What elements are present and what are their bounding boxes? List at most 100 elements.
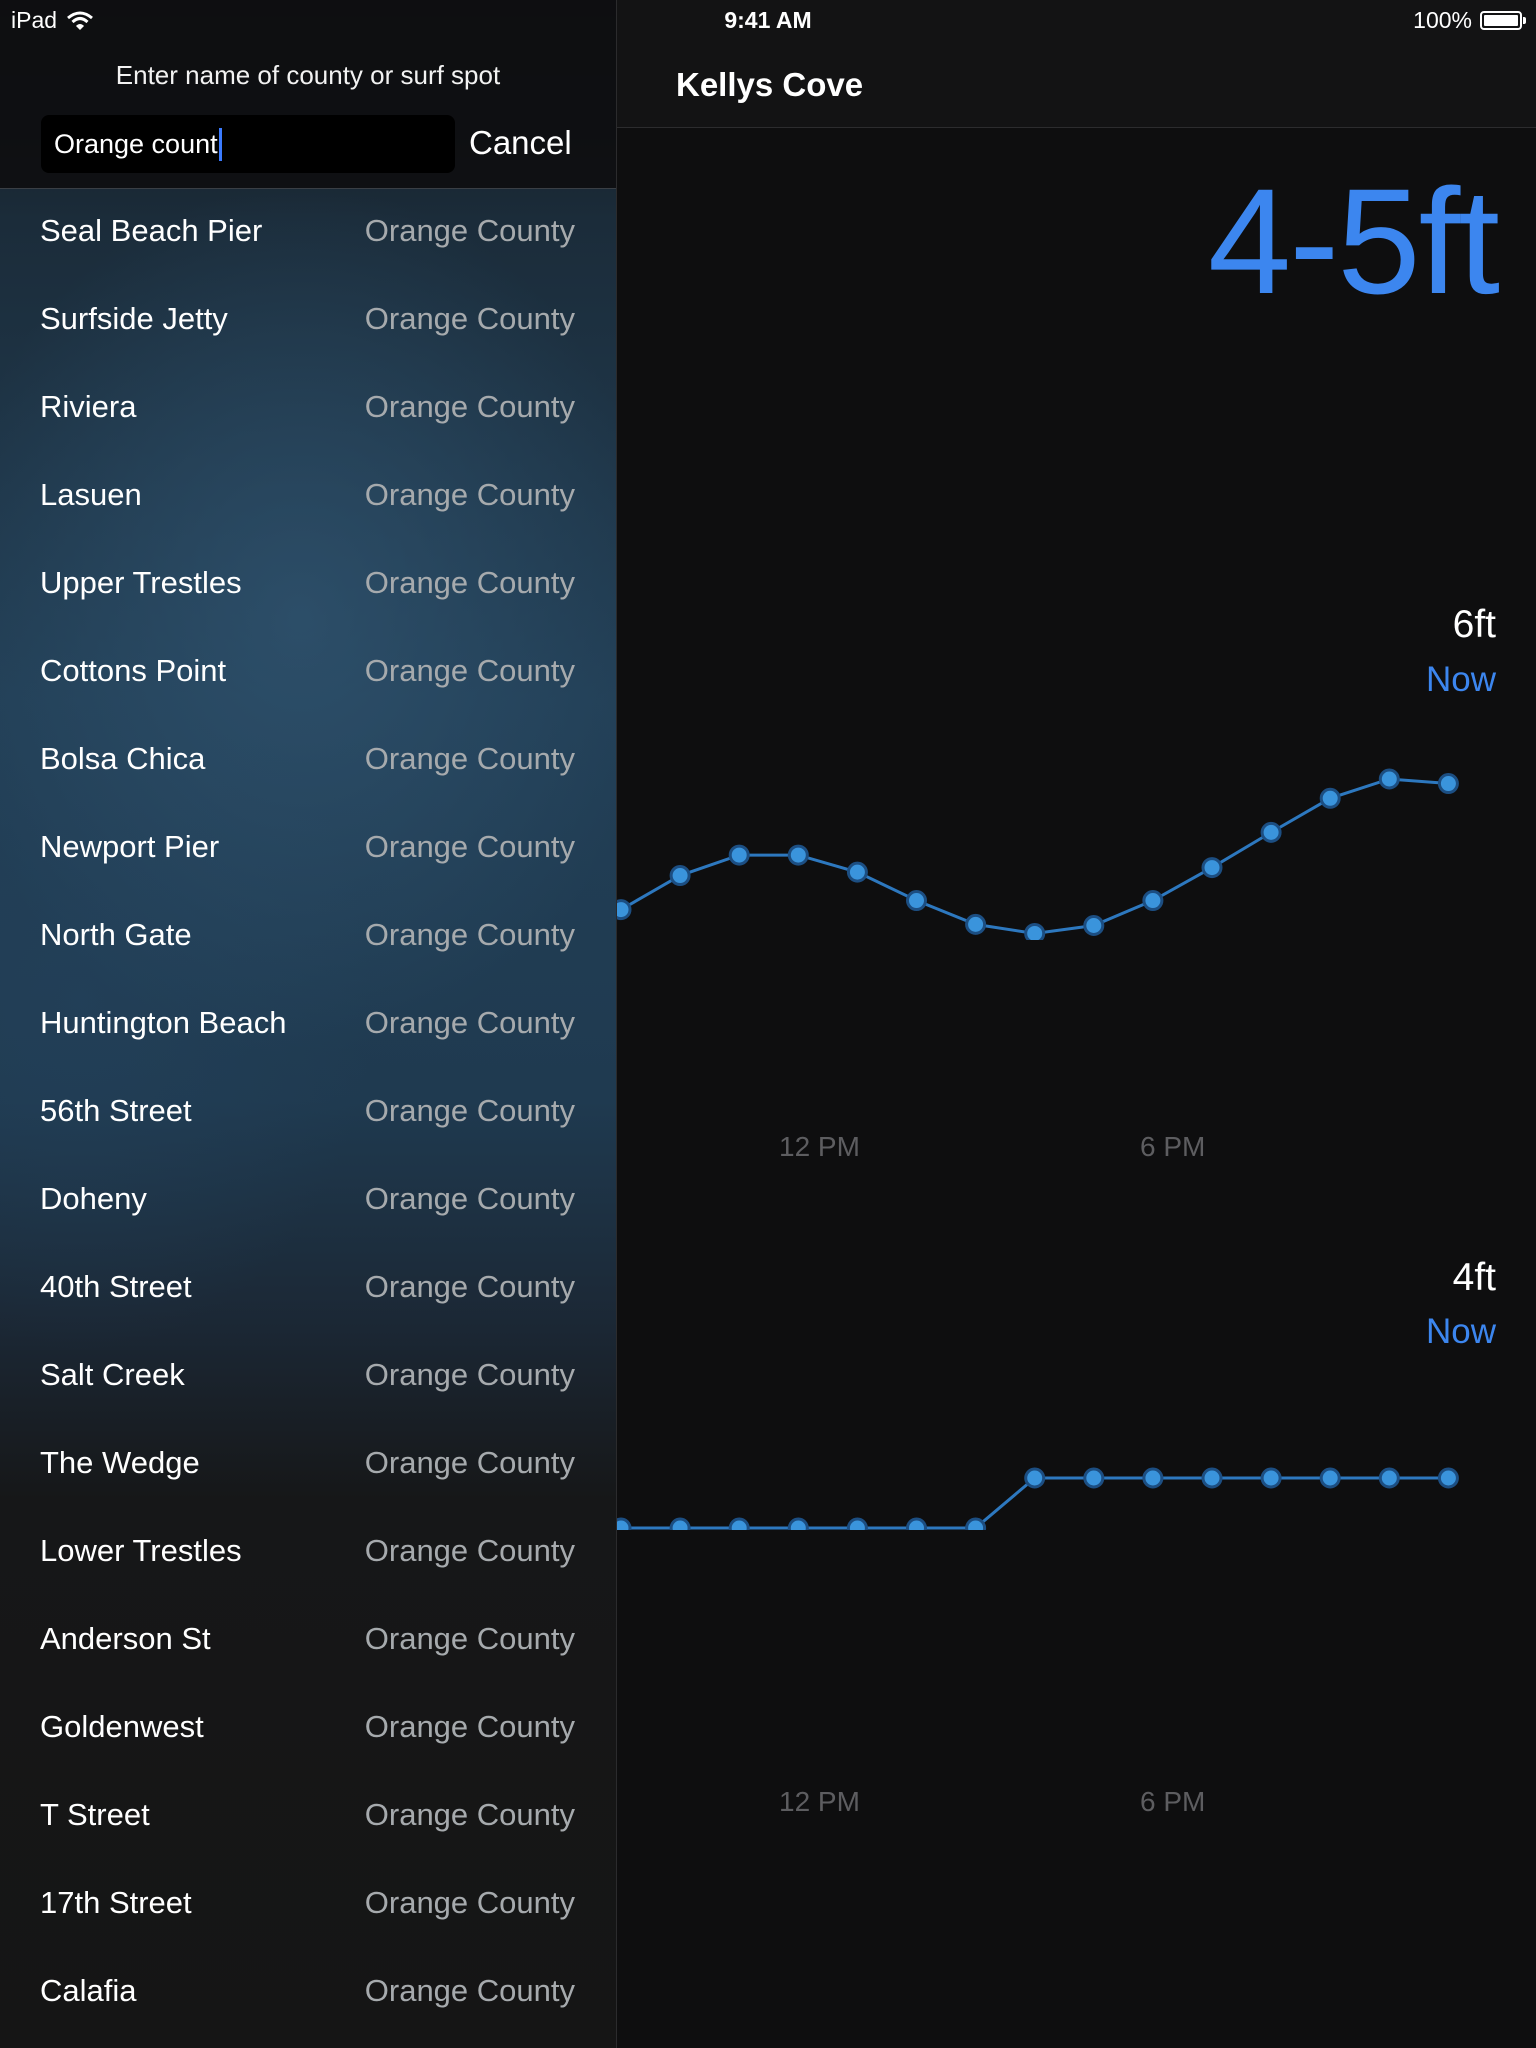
status-right: 100% <box>1413 7 1526 34</box>
search-result-row[interactable]: Riviera Orange County <box>0 365 616 453</box>
search-result-row[interactable]: Goldenwest Orange County <box>0 1685 616 1773</box>
county-name: Orange County <box>364 565 575 600</box>
county-name: Orange County <box>364 653 575 688</box>
search-result-row[interactable]: Salt Creek Orange County <box>0 1333 616 1421</box>
wind-chart-point[interactable] <box>1142 1467 1164 1489</box>
wind-chart-point[interactable] <box>906 1517 927 1530</box>
swell-chart-point[interactable] <box>617 899 632 921</box>
spot-name: Upper Trestles <box>40 565 242 600</box>
chart2-axis-label-6pm: 6 PM <box>1140 1786 1206 1817</box>
county-name: Orange County <box>364 1181 575 1216</box>
county-name: Orange County <box>364 917 575 952</box>
battery-percent: 100% <box>1413 7 1472 33</box>
search-result-row[interactable]: North Gate Orange County <box>0 893 616 981</box>
search-input-value: Orange count <box>54 128 218 159</box>
swell-chart-point[interactable] <box>1083 915 1105 937</box>
wind-chart-point[interactable] <box>1083 1467 1105 1489</box>
county-name: Orange County <box>364 301 575 336</box>
spot-name: Cottons Point <box>40 653 227 688</box>
chart2-axis-label-12pm: 12 PM <box>779 1786 860 1817</box>
swell-chart-point[interactable] <box>1201 857 1223 879</box>
forecast-panel: Kellys Cove 4-5ft 6ft Now 12 PM 6 PM 4ft… <box>617 0 1536 2048</box>
surf-height: 4-5ft <box>1207 157 1500 325</box>
swell-chart-point[interactable] <box>1378 768 1400 790</box>
wind-chart-point[interactable] <box>617 1517 632 1530</box>
wind-chart-point[interactable] <box>1260 1467 1282 1489</box>
swell-chart-point[interactable] <box>1319 787 1341 809</box>
wind-chart-point[interactable] <box>965 1517 987 1530</box>
wind-chart-point[interactable] <box>728 1517 750 1530</box>
search-result-row[interactable]: T Street Orange County <box>0 1773 616 1861</box>
chart2-now-label[interactable]: Now <box>1426 1312 1496 1352</box>
text-caret <box>218 127 222 161</box>
spot-name: The Wedge <box>40 1445 200 1480</box>
chart1-axis-label-6pm: 6 PM <box>1140 1131 1206 1162</box>
search-result-row[interactable]: Cottons Point Orange County <box>0 629 616 717</box>
battery-icon <box>1480 11 1526 30</box>
swell-chart-point[interactable] <box>1437 773 1459 795</box>
search-result-row[interactable]: Bolsa Chica Orange County <box>0 717 616 805</box>
spot-name: Calafia <box>40 1973 137 2008</box>
swell-chart[interactable] <box>617 760 1536 940</box>
spot-title: Kellys Cove <box>676 66 864 103</box>
swell-chart-point[interactable] <box>1260 821 1282 843</box>
chart2-value: 4ft <box>1452 1256 1496 1299</box>
search-result-row[interactable]: Doheny Orange County <box>0 1157 616 1245</box>
wind-chart-point[interactable] <box>846 1517 868 1530</box>
search-result-row[interactable]: Seal Beach Pier Orange County <box>0 189 616 277</box>
wind-chart-point[interactable] <box>1437 1467 1459 1489</box>
county-name: Orange County <box>364 829 575 864</box>
spot-name: 40th Street <box>40 1269 192 1304</box>
search-result-row[interactable]: Lasuen Orange County <box>0 453 616 541</box>
county-name: Orange County <box>364 1269 575 1304</box>
wind-chart[interactable] <box>617 1440 1536 1530</box>
search-result-row[interactable]: Huntington Beach Orange County <box>0 981 616 1069</box>
search-panel: Enter name of county or surf spot Orange… <box>0 0 616 2048</box>
wind-chart-point[interactable] <box>1378 1467 1400 1489</box>
spot-name: 56th Street <box>40 1093 192 1128</box>
wind-chart-point[interactable] <box>1319 1467 1341 1489</box>
county-name: Orange County <box>364 213 575 248</box>
county-name: Orange County <box>364 1005 575 1040</box>
spot-name: Anderson St <box>40 1621 211 1656</box>
county-name: Orange County <box>364 1797 575 1832</box>
search-input[interactable]: Orange count <box>41 115 455 173</box>
county-name: Orange County <box>364 1621 575 1656</box>
spot-name: Goldenwest <box>40 1709 204 1744</box>
chart1-now-label[interactable]: Now <box>1426 660 1496 700</box>
county-name: Orange County <box>364 1533 575 1568</box>
spot-name: Surfside Jetty <box>40 301 228 336</box>
search-result-row[interactable]: Newport Pier Orange County <box>0 805 616 893</box>
swell-chart-point[interactable] <box>906 890 927 912</box>
search-result-row[interactable]: Anderson St Orange County <box>0 1597 616 1685</box>
search-result-row[interactable]: Surfside Jetty Orange County <box>0 277 616 365</box>
search-result-row[interactable]: Calafia Orange County <box>0 1949 616 2037</box>
swell-chart-point[interactable] <box>728 844 750 866</box>
search-result-row[interactable]: Upper Trestles Orange County <box>0 541 616 629</box>
spot-name: Riviera <box>40 389 137 424</box>
search-result-row[interactable]: 40th Street Orange County <box>0 1245 616 1333</box>
county-name: Orange County <box>364 389 575 424</box>
status-bar: iPad 9:41 AM 100% <box>0 0 1536 40</box>
county-name: Orange County <box>364 741 575 776</box>
search-result-row[interactable]: 56th Street Orange County <box>0 1069 616 1157</box>
swell-chart-point[interactable] <box>1024 922 1046 940</box>
search-result-row[interactable]: The Wedge Orange County <box>0 1421 616 1509</box>
spot-name: 17th Street <box>40 1885 192 1920</box>
swell-chart-point[interactable] <box>846 861 868 883</box>
spot-name: Lasuen <box>40 477 142 512</box>
swell-chart-point[interactable] <box>669 865 691 887</box>
wind-chart-point[interactable] <box>669 1517 691 1530</box>
chart1-axis-label-12pm: 12 PM <box>779 1131 860 1162</box>
county-name: Orange County <box>364 1885 575 1920</box>
wind-chart-point[interactable] <box>1024 1467 1046 1489</box>
search-result-row[interactable]: 17th Street Orange County <box>0 1861 616 1949</box>
swell-chart-point[interactable] <box>787 844 809 866</box>
cancel-button[interactable]: Cancel <box>469 124 572 162</box>
wind-chart-point[interactable] <box>787 1517 809 1530</box>
search-result-row[interactable]: Lower Trestles Orange County <box>0 1509 616 1597</box>
swell-chart-point[interactable] <box>1142 890 1164 912</box>
swell-chart-point[interactable] <box>965 913 987 935</box>
county-name: Orange County <box>364 1093 575 1128</box>
wind-chart-point[interactable] <box>1201 1467 1223 1489</box>
